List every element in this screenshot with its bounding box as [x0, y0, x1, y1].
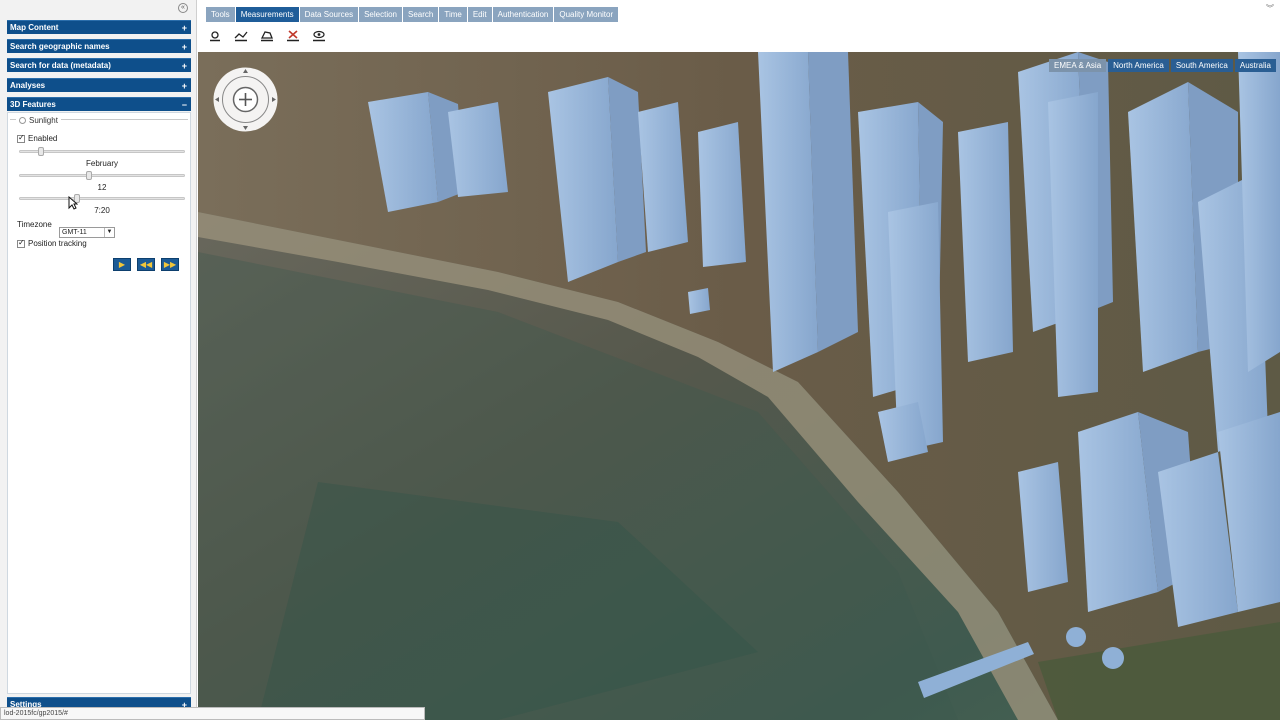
time-slider[interactable] [19, 194, 185, 203]
sidebar-top: « [0, 0, 196, 17]
section-map-content[interactable]: Map Content + [7, 20, 191, 34]
region-emea-asia-button[interactable]: EMEA & Asia [1049, 59, 1107, 72]
navigation-compass-icon[interactable] [212, 66, 279, 133]
month-slider[interactable] [19, 147, 185, 156]
rewind-icon: ◀◀ [139, 260, 153, 269]
month-value: February [85, 159, 118, 168]
tab-time[interactable]: Time [439, 7, 467, 22]
position-tracking-row: Position tracking [17, 238, 87, 248]
time-value: 7:20 [94, 206, 110, 215]
fast-forward-icon: ▶▶ [163, 260, 177, 269]
measure-area-icon[interactable] [260, 30, 274, 42]
sunlight-legend[interactable]: Sunlight [16, 116, 61, 125]
timezone-select[interactable]: GMT-11 ▼ [59, 227, 115, 238]
sunlight-legend-label: Sunlight [29, 116, 58, 125]
collapse-icon: − [181, 100, 187, 110]
section-analyses[interactable]: Analyses + [7, 78, 191, 92]
position-tracking-label: Position tracking [28, 239, 87, 248]
region-buttons: EMEA & Asia North America South America … [1049, 59, 1276, 72]
expand-icon: + [181, 23, 187, 33]
region-north-america-button[interactable]: North America [1108, 59, 1169, 72]
tab-search[interactable]: Search [403, 7, 439, 22]
play-icon: ▶ [118, 260, 126, 269]
day-slider-handle[interactable] [86, 171, 92, 180]
play-button[interactable]: ▶ [113, 258, 131, 271]
toolbar: Tools Measurements Data Sources Selectio… [198, 0, 1280, 52]
mouse-cursor-icon [68, 196, 78, 210]
section-label: 3D Features [10, 100, 56, 109]
region-australia-button[interactable]: Australia [1234, 59, 1276, 72]
map-scene [198, 52, 1280, 720]
tab-data-sources[interactable]: Data Sources [299, 7, 359, 22]
measure-line-icon[interactable] [234, 30, 248, 42]
expand-icon: + [181, 81, 187, 91]
section-search-metadata[interactable]: Search for data (metadata) + [7, 58, 191, 72]
expand-icon: + [181, 61, 187, 71]
tab-quality-monitor[interactable]: Quality Monitor [554, 7, 619, 22]
expand-icon: + [181, 42, 187, 52]
day-slider[interactable] [19, 171, 185, 180]
enabled-checkbox[interactable] [17, 133, 25, 143]
tab-tools[interactable]: Tools [206, 7, 235, 22]
section-label: Analyses [10, 81, 46, 90]
region-south-america-button[interactable]: South America [1170, 59, 1233, 72]
delete-measurement-icon[interactable] [286, 30, 300, 42]
map-3d-view[interactable]: EMEA & Asia North America South America … [198, 52, 1280, 720]
toolbar-tabs: Tools Measurements Data Sources Selectio… [206, 7, 619, 22]
window-collapse-icon[interactable]: ︾ [1266, 3, 1274, 14]
section-search-geographic-names[interactable]: Search geographic names + [7, 39, 191, 53]
enabled-label: Enabled [28, 134, 58, 143]
section-3d-features[interactable]: 3D Features − [7, 97, 191, 111]
sidebar: « Map Content + Search geographic names … [0, 0, 197, 720]
measurement-tools [208, 30, 326, 42]
day-value: 12 [97, 183, 107, 192]
tab-edit[interactable]: Edit [467, 7, 492, 22]
timezone-value: GMT-11 [62, 229, 87, 236]
status-url: lod-2015fc/gp2015/# [4, 710, 68, 717]
status-bar: lod-2015fc/gp2015/# [0, 707, 425, 720]
section-label: Search geographic names [10, 42, 110, 51]
rewind-button[interactable]: ◀◀ [137, 258, 155, 271]
timezone-label: Timezone [17, 220, 52, 229]
section-label: Search for data (metadata) [10, 61, 111, 70]
collapse-sidebar-icon[interactable]: « [178, 3, 188, 13]
tab-authentication[interactable]: Authentication [492, 7, 554, 22]
enabled-row: Enabled [17, 133, 58, 143]
measure-point-icon[interactable] [208, 30, 222, 42]
fieldset-toggle-icon[interactable] [19, 117, 26, 124]
visibility-icon[interactable] [312, 30, 326, 42]
chevron-down-icon: ▼ [104, 228, 114, 237]
sunlight-fieldset: Sunlight Enabled February 12 7:20 [10, 116, 188, 279]
tab-measurements[interactable]: Measurements [235, 7, 299, 22]
month-slider-handle[interactable] [38, 147, 44, 156]
section-label: Map Content [10, 23, 59, 32]
3d-features-panel: Sunlight Enabled February 12 7:20 [7, 112, 191, 694]
position-tracking-checkbox[interactable] [17, 238, 25, 248]
fast-forward-button[interactable]: ▶▶ [161, 258, 179, 271]
tab-selection[interactable]: Selection [359, 7, 402, 22]
